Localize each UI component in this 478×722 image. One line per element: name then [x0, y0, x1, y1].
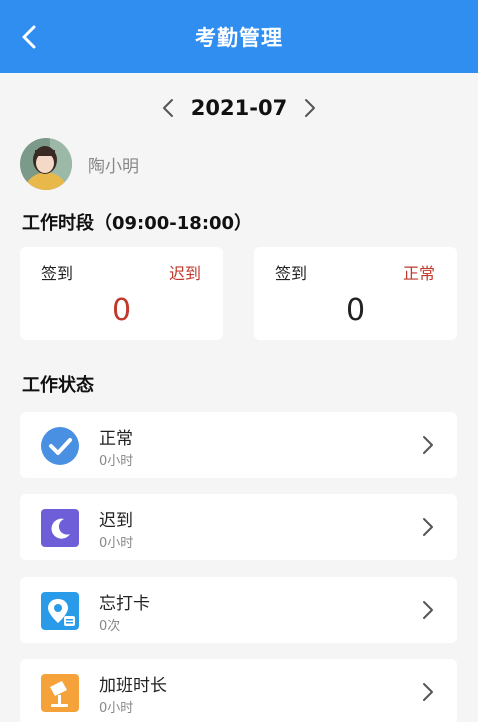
- prev-month-button[interactable]: [155, 93, 181, 123]
- status-item-normal[interactable]: 正常 0小时: [20, 412, 457, 478]
- status-name: 忘打卡: [99, 594, 150, 614]
- check-in-card: 签到 迟到 0: [20, 247, 223, 340]
- card-count: 0: [345, 293, 366, 328]
- card-status: 正常: [402, 264, 435, 283]
- status-value: 0次: [99, 619, 121, 634]
- next-month-button[interactable]: [297, 93, 323, 123]
- status-item-overtime[interactable]: 加班时长 0小时: [20, 659, 457, 722]
- desk-lamp-icon: [40, 673, 80, 713]
- status-name: 正常: [99, 429, 133, 449]
- card-status: 迟到: [168, 264, 201, 283]
- card-label: 签到: [275, 264, 308, 283]
- page-title: 考勤管理: [195, 25, 283, 50]
- chevron-right-icon: [423, 518, 433, 536]
- work-period-title: 工作时段（09:00-18:00）: [22, 213, 253, 234]
- status-value: 0小时: [99, 701, 134, 716]
- month-navigator: 2021-07: [0, 88, 478, 128]
- check-circle-icon: [40, 426, 80, 466]
- chevron-right-icon: [423, 601, 433, 619]
- chevron-right-icon: [305, 99, 316, 117]
- chevron-left-icon: [162, 99, 173, 117]
- status-value: 0小时: [99, 454, 134, 469]
- avatar: [20, 138, 72, 190]
- svg-text:★: ★: [53, 519, 59, 527]
- check-in-card: 签到 正常 0: [254, 247, 457, 340]
- status-name: 迟到: [99, 511, 133, 531]
- work-status-title: 工作状态: [22, 375, 94, 396]
- card-count: 0: [111, 293, 132, 328]
- card-label: 签到: [41, 264, 74, 283]
- current-month: 2021-07: [190, 96, 288, 120]
- back-button[interactable]: [14, 22, 44, 52]
- status-item-late[interactable]: ★ 迟到 0小时: [20, 494, 457, 560]
- chevron-left-icon: [22, 25, 36, 49]
- location-pin-icon: [40, 591, 80, 631]
- moon-icon: ★: [40, 508, 80, 548]
- chevron-right-icon: [423, 683, 433, 701]
- app-header: 考勤管理: [0, 0, 478, 73]
- chevron-right-icon: [423, 436, 433, 454]
- user-info: 陶小明: [20, 138, 139, 190]
- status-value: 0小时: [99, 536, 134, 551]
- user-name: 陶小明: [88, 156, 139, 177]
- status-name: 加班时长: [99, 676, 167, 696]
- status-item-missed-punch[interactable]: 忘打卡 0次: [20, 577, 457, 643]
